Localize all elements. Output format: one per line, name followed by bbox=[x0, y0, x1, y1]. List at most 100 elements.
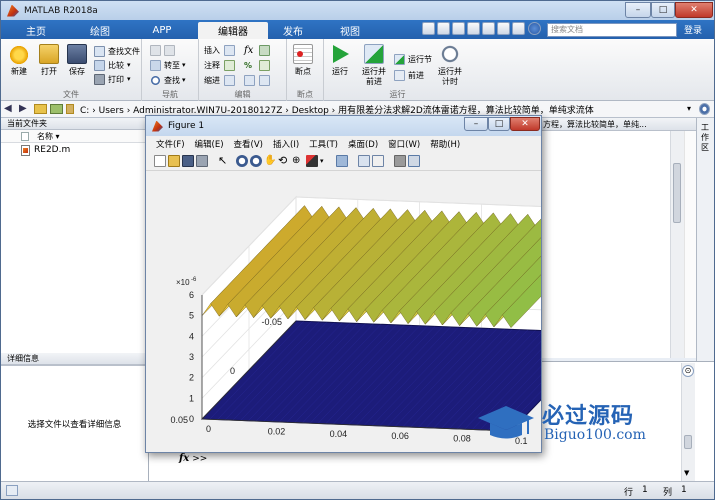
brush-dropdown-icon[interactable]: ▾ bbox=[320, 155, 332, 167]
menu-help[interactable]: 帮助(H) bbox=[430, 138, 460, 150]
edit-group-label: 编辑 bbox=[234, 90, 251, 99]
save-quick-icon[interactable] bbox=[422, 22, 435, 35]
paste-quick-icon[interactable] bbox=[467, 22, 480, 35]
run-section-label: 运行节 bbox=[408, 54, 432, 64]
tab-publish[interactable]: 发布 bbox=[264, 22, 322, 39]
search-folder-icon[interactable] bbox=[699, 103, 710, 115]
editor-tab[interactable]: 方程，算法比较简单，单纯... bbox=[541, 118, 696, 131]
zoom-out-icon[interactable] bbox=[250, 155, 262, 167]
decrease-indent-icon[interactable] bbox=[259, 74, 273, 86]
tab-plots[interactable]: 绘图 bbox=[71, 22, 129, 39]
menu-desktop[interactable]: 桌面(D) bbox=[348, 138, 378, 150]
figure-maximize-button[interactable]: □ bbox=[488, 117, 510, 131]
command-options-icon[interactable]: ⊙ bbox=[682, 365, 694, 377]
navigate-group-label: 导航 bbox=[162, 90, 178, 99]
show-plot-tools-icon[interactable] bbox=[408, 155, 420, 167]
breakpoints-button[interactable]: 断点 bbox=[293, 44, 313, 77]
login-link[interactable]: 登录 bbox=[684, 23, 702, 36]
maximize-button[interactable]: □ bbox=[651, 2, 675, 18]
pan-icon[interactable]: ✋ bbox=[264, 155, 276, 167]
new-button[interactable]: 新建 bbox=[9, 44, 29, 77]
tab-home[interactable]: 主页 bbox=[7, 22, 65, 39]
tab-view[interactable]: 视图 bbox=[321, 22, 379, 39]
find-button[interactable]: 查找 ▾ bbox=[150, 74, 186, 86]
command-prompt[interactable]: fx >> bbox=[179, 453, 207, 464]
menu-file[interactable]: 文件(F) bbox=[156, 138, 185, 150]
z-exponent-label: ×10 bbox=[176, 278, 190, 287]
up-folder-icon[interactable] bbox=[50, 104, 63, 114]
menu-view[interactable]: 查看(V) bbox=[234, 138, 263, 150]
menu-edit[interactable]: 编辑(E) bbox=[195, 138, 224, 150]
insert-colorbar-icon[interactable] bbox=[358, 155, 370, 167]
cut-quick-icon[interactable] bbox=[437, 22, 450, 35]
compare-icon bbox=[94, 59, 105, 71]
increase-indent-icon[interactable] bbox=[244, 74, 258, 86]
find-files-button[interactable]: 查找文件 bbox=[94, 45, 140, 57]
browse-folder-icon[interactable] bbox=[66, 104, 74, 114]
edit-plot-icon[interactable]: ↖ bbox=[218, 155, 230, 167]
menu-insert[interactable]: 插入(I) bbox=[273, 138, 299, 150]
back-nav-icon[interactable] bbox=[150, 44, 178, 56]
status-icon[interactable] bbox=[6, 485, 18, 496]
editor-scroll-thumb[interactable] bbox=[673, 163, 681, 223]
link-plot-icon[interactable] bbox=[336, 155, 348, 167]
save-button[interactable]: 保存 bbox=[67, 44, 87, 77]
select-all-checkbox[interactable] bbox=[21, 132, 29, 141]
search-input[interactable]: 搜索文档 bbox=[547, 23, 677, 37]
tab-apps[interactable]: APP bbox=[133, 22, 191, 39]
tab-editor[interactable]: 编辑器 bbox=[198, 22, 268, 39]
current-path[interactable]: C: › Users › Administrator.WIN7U-2018012… bbox=[80, 103, 594, 116]
minimize-button[interactable]: – bbox=[625, 2, 651, 18]
run-time-button[interactable]: 运行并 计时 bbox=[438, 44, 462, 87]
workspace-tab[interactable]: 工作区 bbox=[698, 123, 712, 153]
compare-button[interactable]: 比较 ▾ bbox=[94, 59, 131, 71]
hide-plot-tools-icon[interactable] bbox=[394, 155, 406, 167]
data-cursor-icon[interactable]: ⊕ bbox=[292, 155, 304, 167]
menu-tools[interactable]: 工具(T) bbox=[309, 138, 338, 150]
back-arrow-icon[interactable]: ◀ bbox=[4, 103, 16, 115]
editor-scrollbar[interactable] bbox=[670, 131, 684, 358]
print-figure-icon[interactable] bbox=[196, 155, 208, 167]
indent-button[interactable]: 缩进 bbox=[204, 74, 238, 86]
menu-window[interactable]: 窗口(W) bbox=[388, 138, 420, 150]
percent-icon[interactable]: % bbox=[244, 59, 252, 71]
z-tick-label: 3 bbox=[189, 352, 194, 362]
help-icon[interactable] bbox=[528, 22, 541, 35]
window-title: MATLAB R2018a bbox=[24, 5, 98, 16]
wrap-comment-icon[interactable] bbox=[259, 59, 273, 71]
brush-icon[interactable] bbox=[306, 155, 318, 167]
figure-minimize-button[interactable]: – bbox=[464, 117, 488, 131]
file-name: RE2D.m bbox=[34, 145, 71, 155]
redo-quick-icon[interactable] bbox=[497, 22, 510, 35]
fx-button[interactable]: fx bbox=[244, 44, 253, 56]
print-button[interactable]: 打印 ▾ bbox=[94, 73, 131, 85]
watermark-brand: 必过源码 bbox=[542, 404, 635, 429]
run-advance-button[interactable]: 运行并 前进 bbox=[362, 44, 386, 87]
print-dropdown-icon: ▾ bbox=[127, 75, 131, 83]
undo-quick-icon[interactable] bbox=[482, 22, 495, 35]
scroll-down-icon[interactable]: ▼ bbox=[684, 469, 689, 477]
insert-legend-icon[interactable] bbox=[372, 155, 384, 167]
insert-extra-icon[interactable] bbox=[259, 44, 273, 56]
zoom-in-icon[interactable] bbox=[236, 155, 248, 167]
open-button[interactable]: 打开 bbox=[39, 44, 59, 77]
close-button[interactable]: ✕ bbox=[675, 2, 713, 18]
rotate-3d-icon[interactable]: ⟲ bbox=[278, 155, 290, 167]
folder-icon[interactable] bbox=[34, 104, 47, 114]
run-button[interactable]: 运行 bbox=[330, 44, 350, 77]
copy-quick-icon[interactable] bbox=[452, 22, 465, 35]
editor-ribbon: 新建 打开 保存 查找文件 比较 ▾ 打印 ▾ 文件 转至 ▾ 查找 ▾ 导航 插入 f… bbox=[1, 39, 714, 101]
comment-button[interactable]: 注释 bbox=[204, 59, 238, 71]
figure-close-button[interactable]: ✕ bbox=[510, 117, 540, 131]
advance-button[interactable]: 前进 bbox=[394, 69, 424, 81]
open-file-icon[interactable] bbox=[168, 155, 180, 167]
run-section-button[interactable]: 运行节 bbox=[394, 53, 432, 65]
file-row[interactable]: RE2D.m bbox=[1, 143, 148, 157]
save-figure-icon[interactable] bbox=[182, 155, 194, 167]
new-figure-icon[interactable] bbox=[154, 155, 166, 167]
goto-button[interactable]: 转至 ▾ bbox=[150, 59, 186, 71]
forward-arrow-icon[interactable]: ▶ bbox=[19, 103, 31, 115]
address-dropdown-icon[interactable]: ▾ bbox=[687, 104, 691, 113]
insert-button[interactable]: 插入 bbox=[204, 44, 238, 56]
switch-windows-icon[interactable] bbox=[512, 22, 525, 35]
